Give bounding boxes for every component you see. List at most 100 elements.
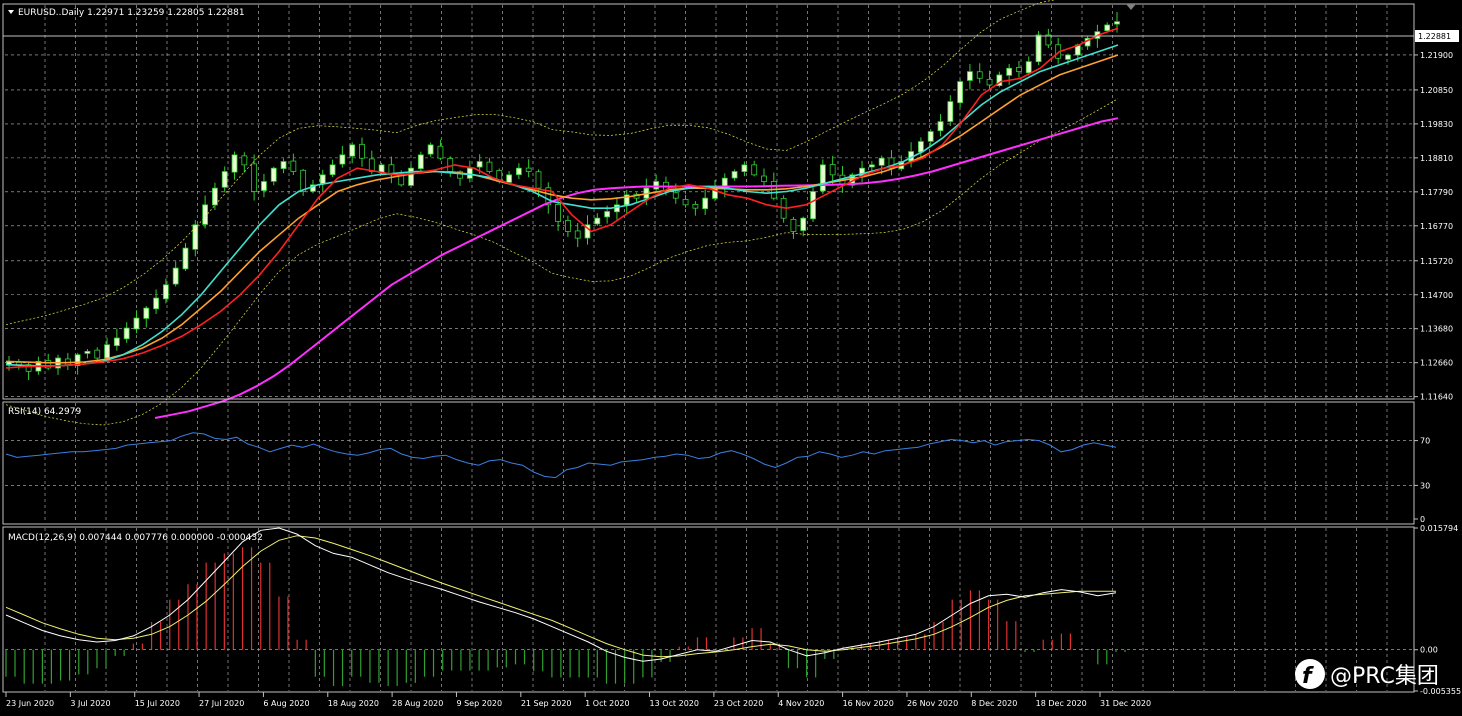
candle-bullish [515,167,522,175]
rsi-title: RSI(14) 64.2979 [8,407,81,417]
candle-bearish [986,78,993,86]
candle-bullish [1065,54,1071,60]
candle-bearish [555,203,561,222]
date-label: 9 Sep 2020 [456,699,502,708]
candle-bearish [525,167,532,172]
candle-bearish [1016,67,1022,73]
price-tick-label: 1.20850 [1420,86,1453,95]
date-label: 21 Sep 2020 [521,699,572,708]
candle-bullish [143,307,150,319]
candle-bullish [614,204,620,213]
candle-bullish [741,164,748,172]
candle-bearish [94,349,101,359]
candle-bullish [133,317,140,330]
price-tick-label: 1.19830 [1420,120,1453,129]
date-label: 3 Jul 2020 [70,699,110,708]
price-tick-label: 1.16770 [1420,222,1453,231]
candle-bearish [359,143,365,159]
rsi-level-label: 70 [1420,437,1430,446]
chart-shift-marker-icon[interactable] [1126,4,1136,10]
date-label: 18 Aug 2020 [328,699,379,708]
candle-bullish [212,187,218,206]
candle-bearish [241,155,248,166]
rsi-level-label: 0 [1420,515,1425,524]
date-label: 23 Oct 2020 [714,699,763,708]
candle-bullish [408,167,414,186]
ma-mid-line [5,44,1119,367]
date-label: 16 Nov 2020 [843,699,894,708]
dropdown-arrow-icon[interactable] [8,10,14,14]
price-tick-label: 1.21900 [1420,51,1453,60]
rsi-panel[interactable] [5,432,1117,479]
candle-bullish [231,154,238,173]
candle-bullish [1104,24,1111,32]
candle-bullish [1025,61,1032,74]
candle-bullish [927,131,934,142]
candle-bullish [810,191,816,220]
candle-bearish [829,164,836,176]
watermark: f @PRC集团 [1295,659,1439,689]
candle-bullish [104,344,110,359]
candle-bearish [682,199,689,206]
candle-bullish [162,284,169,300]
bollinger-lower [5,98,1119,426]
candle-bullish [957,81,964,104]
date-label: 4 Nov 2020 [778,699,824,708]
rsi-level-label: 30 [1420,481,1430,490]
candle-bullish [319,174,326,184]
macd-panel[interactable] [5,527,1126,686]
candle-bearish [976,71,983,79]
price-tick-label: 1.18810 [1420,154,1453,163]
rsi-line [5,432,1117,479]
price-tick-label: 1.14700 [1420,291,1453,300]
candle-bearish [437,145,444,159]
candle-bullish [731,171,738,179]
candle-bullish [280,161,287,169]
date-label: 23 Jun 2020 [6,699,54,708]
macd-title: MACD(12,26,9) 0.007444 0.007776 0.000000… [8,533,263,543]
candle-bearish [251,163,258,192]
candle-bullish [329,164,336,176]
date-label: 15 Jul 2020 [135,699,180,708]
date-label: 31 Dec 2020 [1100,699,1151,708]
trading-chart[interactable]: EURUSD..Daily 1.22971 1.23259 1.22805 1.… [0,0,1462,716]
candle-bullish [1006,67,1013,76]
date-label: 8 Dec 2020 [971,699,1017,708]
candle-bullish [202,204,209,225]
chart-title: EURUSD..Daily 1.22971 1.23259 1.22805 1.… [18,8,245,18]
candle-bullish [182,247,189,270]
grid-lines [5,5,1413,691]
candle-bullish [800,217,807,231]
candle-bullish [967,71,973,81]
price-tick-label: 1.12660 [1420,359,1453,368]
candle-bullish [192,224,199,250]
candle-bullish [917,141,924,153]
candle-bullish [339,154,346,165]
date-label: 1 Oct 2020 [585,699,629,708]
candle-bearish [692,204,699,209]
rsi-panel-border [2,401,1415,525]
candle-bullish [123,327,130,340]
candle-bearish [790,218,797,232]
watermark-text: @PRC集团 [1330,664,1439,689]
candle-bullish [1035,34,1042,63]
date-label: 26 Nov 2020 [907,699,958,708]
ma-long-line [154,117,1119,419]
price-panel[interactable] [5,0,1120,426]
candle-bullish [868,164,875,168]
date-label: 27 Jul 2020 [199,699,244,708]
macd-level-label: 0.00 [1420,646,1438,655]
candle-bullish [1114,21,1120,25]
price-tick-label: 1.13680 [1420,325,1453,334]
candle-bullish [819,164,826,192]
candle-bullish [84,350,91,354]
date-label: 6 Aug 2020 [263,699,309,708]
candle-bearish [672,192,679,199]
candle-bullish [427,144,434,155]
candle-bullish [417,154,424,169]
candle-bullish [594,217,601,225]
candle-bullish [506,174,512,183]
candle-bullish [172,267,179,285]
price-tick-label: 1.17790 [1420,188,1453,197]
candle-bullish [937,121,944,132]
